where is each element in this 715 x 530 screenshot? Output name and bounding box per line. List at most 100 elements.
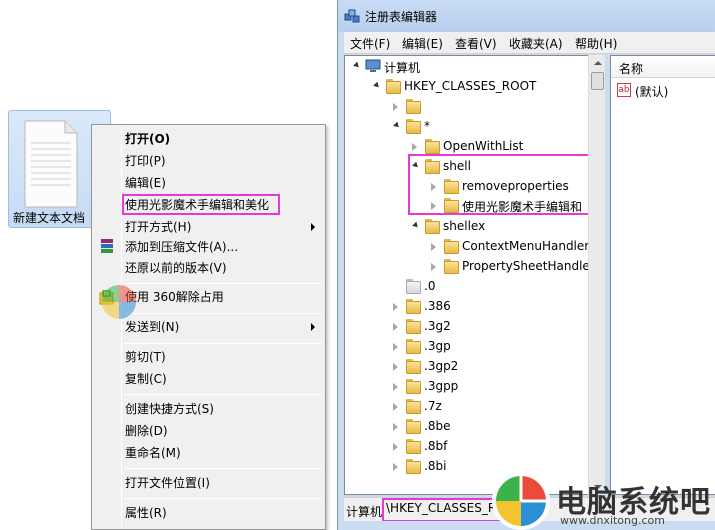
menu-item-restore-previous[interactable]: 还原以前的版本(V): [125, 258, 227, 278]
highlight-box-status: [382, 498, 506, 522]
expand-closed-icon[interactable]: [393, 303, 398, 311]
tree-label: .8bf: [424, 439, 448, 453]
menu-file[interactable]: 文件(F): [350, 35, 390, 52]
menu-help[interactable]: 帮助(H): [575, 35, 617, 52]
expand-closed-icon[interactable]: [393, 423, 398, 431]
tree-label: .3gp2: [424, 359, 459, 373]
expand-closed-icon[interactable]: [393, 323, 398, 331]
folder-icon: [405, 439, 421, 454]
value-name: (默认): [635, 85, 669, 99]
folder-icon: [405, 299, 421, 314]
menu-item-open[interactable]: 打开(O): [125, 129, 170, 149]
folder-icon: [405, 459, 421, 474]
expand-closed-icon[interactable]: [393, 383, 398, 391]
tree-label: *: [424, 119, 430, 133]
folder-icon: [405, 379, 421, 394]
watermark-url: www.dnxitong.com: [560, 514, 665, 527]
expand-closed-icon[interactable]: [412, 143, 417, 151]
menu-gutter: [121, 127, 122, 527]
menu-item-edit[interactable]: 编辑(E): [125, 173, 166, 193]
registry-tree[interactable]: 计算机 HKEY_CLASSES_ROOT * OpenWithList she…: [344, 55, 604, 495]
regedit-app-icon: [344, 9, 360, 23]
expand-closed-icon[interactable]: [431, 263, 436, 271]
expand-closed-icon[interactable]: [393, 363, 398, 371]
watermark-logo-icon: [492, 472, 550, 530]
menu-item-360-unlock[interactable]: 使用 360解除占用: [125, 287, 224, 307]
tree-label: .3gp: [424, 339, 451, 353]
folder-icon: [385, 79, 401, 94]
expand-closed-icon[interactable]: [431, 243, 436, 251]
column-header-name[interactable]: 名称: [611, 56, 715, 78]
folder-icon: [405, 319, 421, 334]
menu-edit[interactable]: 编辑(E): [402, 35, 443, 52]
menu-item-cut[interactable]: 剪切(T): [125, 347, 166, 367]
expand-closed-icon[interactable]: [393, 443, 398, 451]
text-document-icon: [24, 120, 78, 208]
folder-icon: [443, 239, 459, 254]
tree-label: ContextMenuHandler: [462, 239, 590, 253]
tree-label: .0: [424, 279, 436, 293]
context-menu: 打开(O) 打印(P) 编辑(E) 使用光影魔术手编辑和美化 打开方式(H) 添…: [91, 124, 326, 530]
menu-item-rename[interactable]: 重命名(M): [125, 443, 181, 463]
expand-closed-icon[interactable]: [393, 403, 398, 411]
string-value-icon: ab: [617, 83, 631, 97]
tree-label: HKEY_CLASSES_ROOT: [404, 79, 537, 93]
highlight-box-menu: [122, 194, 280, 215]
menu-item-open-file-location[interactable]: 打开文件位置(I): [125, 473, 210, 493]
submenu-arrow-icon: [311, 323, 315, 331]
folder-icon: [405, 99, 421, 114]
menu-separator: [124, 498, 322, 499]
folder-icon: [405, 419, 421, 434]
scroll-up-icon[interactable]: [594, 61, 602, 65]
tree-label: PropertySheetHandle: [462, 259, 590, 273]
menu-item-open-with[interactable]: 打开方式(H): [125, 217, 191, 237]
computer-icon: [365, 59, 381, 72]
tree-label: .8bi: [424, 459, 447, 473]
tree-label: .3gpp: [424, 379, 459, 393]
folder-icon: [443, 259, 459, 274]
window-title: 注册表编辑器: [365, 10, 438, 24]
menu-item-add-to-archive[interactable]: 添加到压缩文件(A)...: [125, 237, 238, 257]
values-pane[interactable]: 名称 ab (默认): [610, 55, 715, 495]
menu-item-print[interactable]: 打印(P): [125, 151, 166, 171]
folder-icon: [405, 339, 421, 354]
expand-closed-icon[interactable]: [393, 463, 398, 471]
folder-icon: [405, 119, 421, 134]
menu-item-copy[interactable]: 复制(C): [125, 369, 167, 389]
menu-item-properties[interactable]: 属性(R): [125, 503, 167, 523]
menu-item-delete[interactable]: 删除(D): [125, 421, 168, 441]
title-bar[interactable]: 注册表编辑器: [338, 0, 715, 32]
folder-icon: [424, 219, 440, 234]
expand-open-icon[interactable]: [353, 61, 361, 70]
highlight-box-tree: [408, 154, 596, 215]
menu-separator: [124, 394, 322, 395]
scroll-thumb[interactable]: [591, 72, 604, 90]
expand-open-icon[interactable]: [412, 221, 420, 230]
menu-separator: [124, 283, 322, 284]
tree-scrollbar[interactable]: [588, 55, 605, 495]
menu-separator: [124, 313, 322, 314]
tree-label: .8be: [424, 419, 451, 433]
expand-open-icon[interactable]: [393, 121, 401, 130]
tree-label: 计算机: [384, 61, 421, 75]
expand-closed-icon[interactable]: [393, 103, 398, 111]
watermark-ghost-icon: [102, 285, 136, 319]
status-computer-label: 计算机: [346, 505, 383, 519]
folder-icon: [405, 399, 421, 414]
folder-icon: [424, 139, 440, 154]
tree-label: .7z: [424, 399, 442, 413]
menu-favorites[interactable]: 收藏夹(A): [509, 35, 563, 52]
menu-item-create-shortcut[interactable]: 创建快捷方式(S): [125, 399, 214, 419]
expand-open-icon[interactable]: [373, 81, 381, 90]
expand-closed-icon[interactable]: [393, 343, 398, 351]
column-header-label: 名称: [619, 62, 644, 76]
tree-label: shellex: [443, 219, 486, 233]
tree-label: .3g2: [424, 319, 451, 333]
regedit-window: 注册表编辑器 文件(F) 编辑(E) 查看(V) 收藏夹(A) 帮助(H) 计算…: [337, 0, 715, 530]
tree-label: OpenWithList: [443, 139, 524, 153]
winrar-icon: [101, 239, 113, 253]
folder-icon: [405, 279, 421, 294]
menu-view[interactable]: 查看(V): [455, 35, 497, 52]
menu-bar: 文件(F) 编辑(E) 查看(V) 收藏夹(A) 帮助(H): [344, 32, 715, 54]
tree-label: .386: [424, 299, 451, 313]
